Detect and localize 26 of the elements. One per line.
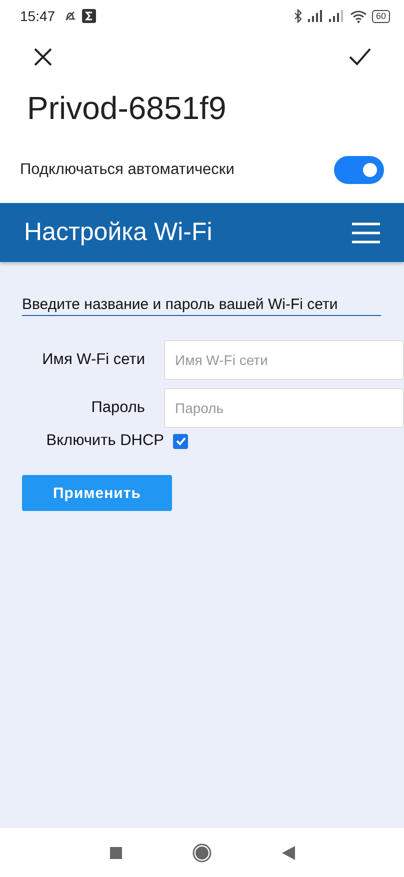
recents-icon[interactable] — [110, 846, 122, 858]
close-icon[interactable] — [34, 48, 52, 66]
signal-icon — [328, 10, 345, 22]
apply-button[interactable]: Применить — [22, 475, 172, 511]
menu-icon[interactable] — [352, 222, 380, 244]
battery-level: 60 — [372, 10, 390, 22]
signal-icon — [308, 10, 324, 22]
field-label: Пароль — [90, 399, 145, 417]
input-field[interactable]: Имя W-Fi сети — [164, 340, 404, 380]
wifi-icon — [350, 10, 367, 22]
back-icon[interactable] — [282, 846, 294, 860]
field-label: Имя W-Fi сети — [41, 351, 145, 369]
dhcp-checkbox[interactable] — [173, 434, 188, 448]
sigma-icon — [82, 9, 96, 23]
dhcp-label: Включить DHCP — [45, 432, 164, 450]
input-field[interactable]: Пароль — [164, 388, 404, 428]
status-time: 15:47 — [20, 8, 56, 24]
check-icon[interactable] — [349, 48, 371, 66]
auto-connect-switch[interactable] — [334, 156, 384, 184]
page-title: Настройка Wi-Fi — [24, 218, 212, 247]
network-name: Privod-6851f9 — [26, 89, 228, 128]
home-icon[interactable] — [192, 842, 212, 862]
bluetooth-icon — [292, 9, 303, 23]
alarm-off-icon — [63, 9, 78, 23]
form-heading: Введите название и пароль вашей Wi-Fi сети — [22, 296, 381, 316]
auto-connect-label: Подключаться автоматически — [20, 160, 234, 178]
